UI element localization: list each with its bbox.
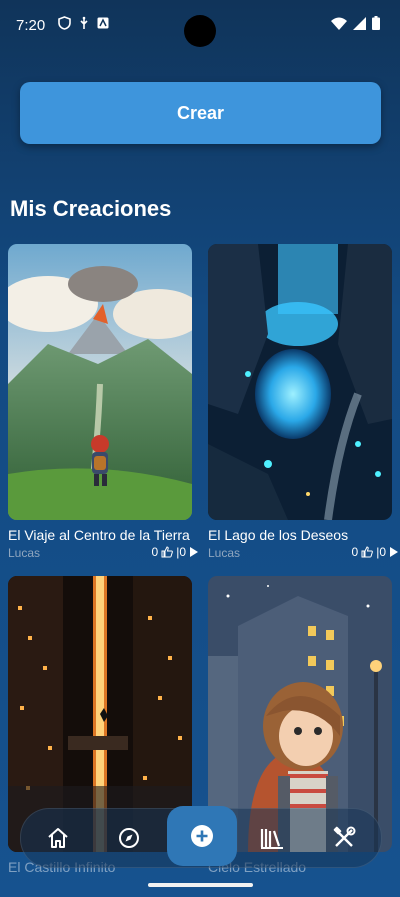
story-cover-image [208,244,392,520]
play-icon[interactable] [189,547,198,557]
story-title: El Viaje al Centro de la Tierra [8,527,190,543]
section-title: Mis Creaciones [10,196,172,221]
nav-create[interactable] [167,806,237,866]
plays-count: |0 [376,545,386,559]
story-title: El Lago de los Deseos [208,527,349,543]
story-stats: 0 |0 [152,545,198,559]
usb-icon [80,16,88,29]
story-stats: 0 |0 [352,545,398,559]
library-icon [260,829,283,849]
story-author: Lucas [208,546,241,560]
likes-count: 0 [151,545,159,559]
tools-icon [333,826,356,847]
create-button[interactable]: Crear [20,82,381,144]
status-time: 7:20 [16,17,46,34]
nav-library[interactable] [259,825,285,851]
story-author: Lucas [8,546,41,560]
nav-tools[interactable] [331,825,357,851]
nav-explore[interactable] [116,825,142,851]
home-icon [48,828,68,848]
plays-count: |0 [176,545,186,559]
status-system-icons [331,16,380,30]
front-camera [184,15,216,47]
home-indicator[interactable] [148,883,253,887]
thumbs-up-icon[interactable] [361,546,374,558]
story-cover-image [8,244,192,520]
battery-icon [372,16,380,30]
status-notification-icons [58,16,109,30]
likes-count: 0 [351,545,359,559]
thumbs-up-icon[interactable] [161,546,174,558]
bottom-nav [20,806,382,868]
add-icon [191,825,213,847]
play-icon[interactable] [389,547,398,557]
signal-icon [353,16,366,30]
status-bar: 7:20 [0,0,400,48]
nav-home[interactable] [45,825,71,851]
compass-icon [119,828,139,848]
app-notification-icon [97,17,109,29]
wifi-icon [331,17,347,30]
shield-icon [58,16,71,30]
